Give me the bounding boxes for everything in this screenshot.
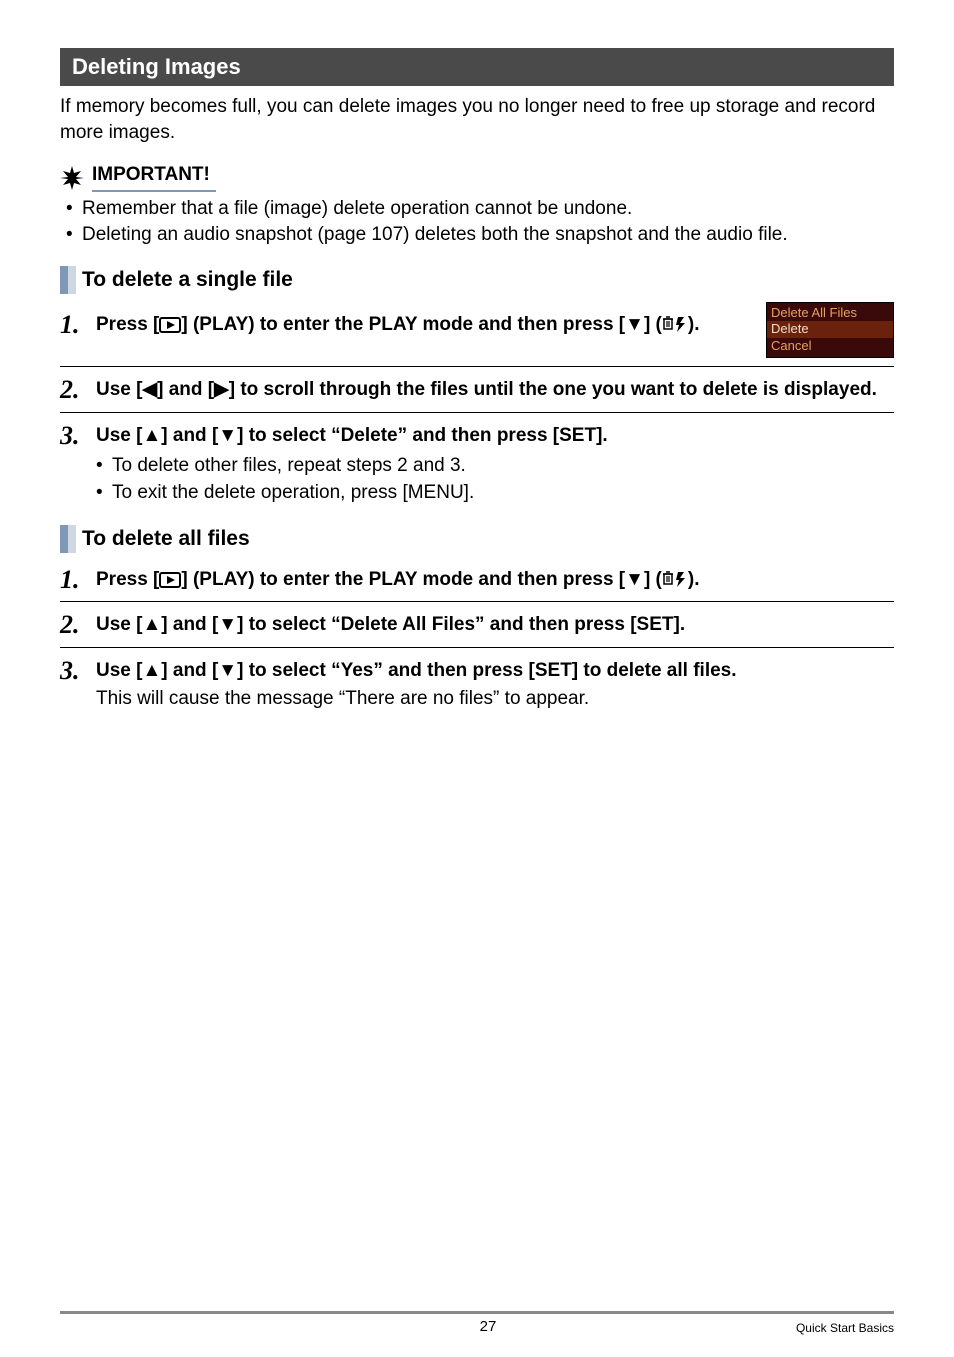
divider xyxy=(60,647,894,648)
important-label: IMPORTANT! xyxy=(92,164,216,192)
step-1b-body: Press [] (PLAY) to enter the PLAY mode a… xyxy=(96,567,894,594)
step-3a-sub-bullets: To delete other files, repeat steps 2 an… xyxy=(96,453,894,506)
heading-to-delete-all: To delete all files xyxy=(60,525,894,553)
step-3b-body: Use [▲] and [▼] to select “Yes” and then… xyxy=(96,658,894,713)
page-number: 27 xyxy=(180,1318,796,1335)
step-number: 3. xyxy=(60,658,86,684)
footer-divider xyxy=(60,1311,894,1314)
important-bullet: Deleting an audio snapshot (page 107) de… xyxy=(82,222,894,248)
trash-flash-icon xyxy=(662,570,688,588)
divider xyxy=(60,412,894,413)
step-1a-body: Press [] (PLAY) to enter the PLAY mode a… xyxy=(96,312,754,339)
heading-to-delete-single: To delete a single file xyxy=(60,266,894,294)
sub-bullet: To exit the delete operation, press [MEN… xyxy=(112,480,894,507)
step-number: 2. xyxy=(60,377,86,403)
step-2b-body: Use [▲] and [▼] to select “Delete All Fi… xyxy=(96,612,894,639)
intro-paragraph: If memory becomes full, you can delete i… xyxy=(60,94,894,145)
heading-text: To delete all files xyxy=(82,525,250,553)
step-number: 1. xyxy=(60,567,86,593)
step-3b-note: This will cause the message “There are n… xyxy=(96,686,894,713)
footer-section-label: Quick Start Basics xyxy=(796,1321,894,1335)
divider xyxy=(60,601,894,602)
trash-flash-icon xyxy=(662,315,688,333)
step-number: 1. xyxy=(60,312,86,338)
page-footer: 27 Quick Start Basics xyxy=(60,1311,894,1335)
heading-text: To delete a single file xyxy=(82,266,293,294)
delete-menu-screenshot: Delete All Files Delete Cancel xyxy=(766,302,894,359)
screenshot-line: Delete All Files xyxy=(771,305,889,322)
important-burst-icon xyxy=(60,166,84,190)
step-number: 2. xyxy=(60,612,86,638)
divider xyxy=(60,366,894,367)
step-number: 3. xyxy=(60,423,86,449)
important-bullets: Remember that a file (image) delete oper… xyxy=(60,196,894,247)
play-mode-icon xyxy=(159,572,181,588)
screenshot-line-highlight: Delete xyxy=(767,321,893,338)
sub-bullet: To delete other files, repeat steps 2 an… xyxy=(112,453,894,480)
play-mode-icon xyxy=(159,317,181,333)
screenshot-line: Cancel xyxy=(771,338,889,355)
important-bullet: Remember that a file (image) delete oper… xyxy=(82,196,894,222)
step-2a-body: Use [◀] and [▶] to scroll through the fi… xyxy=(96,377,894,404)
section-header: Deleting Images xyxy=(60,48,894,86)
step-3a-body: Use [▲] and [▼] to select “Delete” and t… xyxy=(96,423,894,507)
